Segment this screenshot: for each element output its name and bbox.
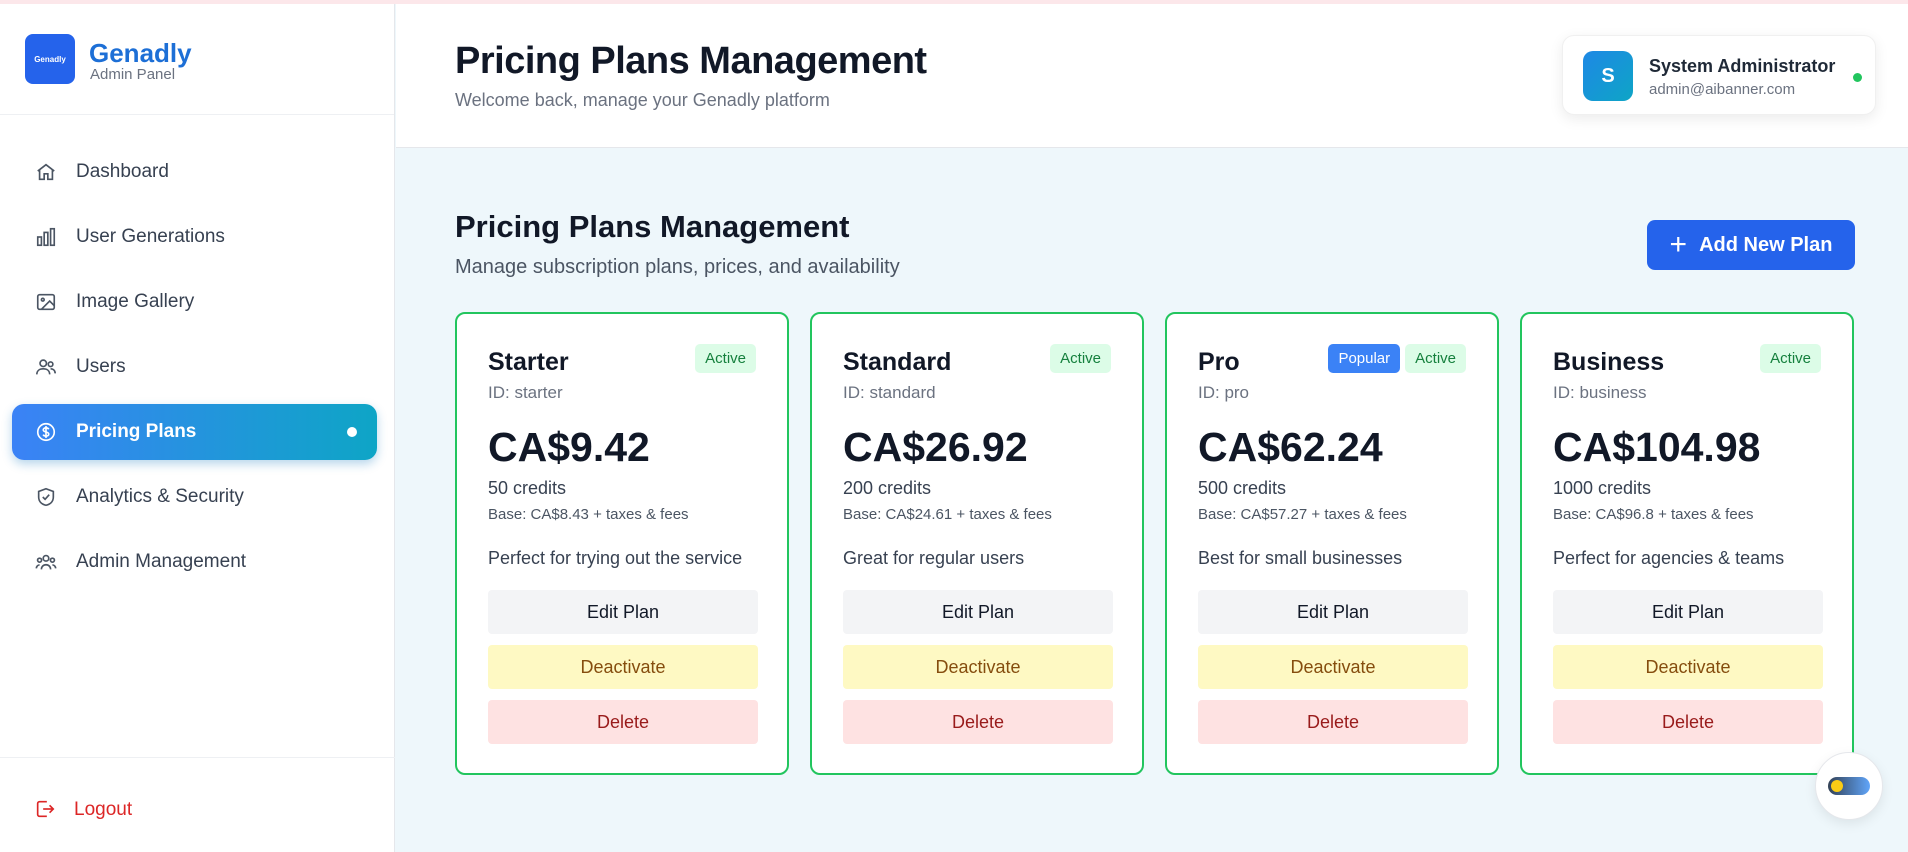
add-new-plan-label: Add New Plan [1699, 233, 1833, 256]
status-badge: Active [1405, 344, 1466, 373]
plan-description: Great for regular users [843, 548, 1025, 568]
plan-card-pro: Pro ID: pro Popular Active CA$62.24 500 … [1165, 312, 1499, 775]
edit-plan-button[interactable]: Edit Plan [1553, 590, 1823, 634]
brand-logo[interactable]: Genadly [25, 34, 75, 84]
home-icon [34, 160, 58, 184]
plan-description: Best for small businesses [1198, 548, 1403, 568]
plan-id: ID: standard [843, 383, 936, 402]
popular-badge: Popular [1328, 344, 1401, 373]
top-header: Pricing Plans Management Welcome back, m… [396, 4, 1908, 148]
sidebar-item-pricing-plans[interactable]: Pricing Plans [12, 404, 377, 460]
plan-price: CA$104.98 [1553, 424, 1761, 470]
plan-description: Perfect for trying out the service [488, 548, 743, 568]
logout-icon [34, 798, 58, 822]
sidebar-item-users[interactable]: Users [12, 339, 377, 395]
sidebar: Genadly Genadly Admin Panel Dashboard Us… [0, 4, 395, 852]
avatar: S [1583, 51, 1633, 101]
plan-id: ID: business [1553, 383, 1647, 402]
plan-id: ID: starter [488, 383, 563, 402]
sidebar-item-admin-management[interactable]: Admin Management [12, 534, 377, 590]
plan-card-standard: Standard ID: standard Active CA$26.92 20… [810, 312, 1144, 775]
user-profile-card[interactable]: S System Administrator admin@aibanner.co… [1562, 35, 1876, 115]
online-status-dot [1853, 73, 1862, 82]
plan-name: Business [1553, 348, 1665, 376]
plan-name: Pro [1198, 348, 1240, 376]
brand-subtitle: Admin Panel [90, 66, 176, 83]
sidebar-footer: Logout [0, 757, 395, 852]
brand-name: Genadly [89, 38, 192, 68]
plan-badges: Active [695, 344, 756, 373]
plan-name: Starter [488, 348, 569, 376]
delete-button[interactable]: Delete [1198, 700, 1468, 744]
edit-plan-button[interactable]: Edit Plan [843, 590, 1113, 634]
plan-price: CA$62.24 [1198, 424, 1383, 470]
logout-button[interactable]: Logout [34, 798, 132, 822]
sidebar-item-image-gallery[interactable]: Image Gallery [12, 274, 377, 330]
logout-label: Logout [74, 799, 133, 820]
plan-badges: Popular Active [1328, 344, 1466, 373]
user-email: admin@aibanner.com [1649, 81, 1796, 98]
deactivate-button[interactable]: Deactivate [843, 645, 1113, 689]
plan-card-business: Business ID: business Active CA$104.98 1… [1520, 312, 1854, 775]
sidebar-item-dashboard[interactable]: Dashboard [12, 144, 377, 200]
delete-button[interactable]: Delete [488, 700, 758, 744]
plan-base-price: Base: CA$96.8 + taxes & fees [1553, 506, 1754, 523]
active-indicator-dot [347, 427, 357, 437]
status-badge: Active [1050, 344, 1111, 373]
toggle-switch-icon [1828, 777, 1870, 795]
edit-plan-button[interactable]: Edit Plan [488, 590, 758, 634]
sidebar-item-label: Analytics & Security [76, 486, 244, 507]
sidebar-item-label: Dashboard [76, 161, 169, 182]
sidebar-item-label: Users [76, 356, 126, 377]
plan-credits: 1000 credits [1553, 478, 1652, 498]
plan-price: CA$26.92 [843, 424, 1028, 470]
delete-button[interactable]: Delete [1553, 700, 1823, 744]
plan-price: CA$9.42 [488, 424, 650, 470]
image-icon [34, 290, 58, 314]
theme-toggle-button[interactable] [1815, 752, 1883, 820]
brand: Genadly Genadly Admin Panel [0, 4, 394, 115]
user-name: System Administrator [1649, 56, 1836, 76]
dollar-circle-icon [34, 420, 58, 444]
status-badge: Active [695, 344, 756, 373]
deactivate-button[interactable]: Deactivate [1198, 645, 1468, 689]
sidebar-item-user-generations[interactable]: User Generations [12, 209, 377, 265]
edit-plan-button[interactable]: Edit Plan [1198, 590, 1468, 634]
plus-icon: + [1669, 228, 1688, 261]
sidebar-item-label: Admin Management [76, 551, 247, 572]
plan-credits: 200 credits [843, 478, 932, 498]
page-title: Pricing Plans Management [455, 209, 850, 244]
add-new-plan-button[interactable]: + Add New Plan [1647, 220, 1855, 270]
bar-chart-icon [34, 225, 58, 249]
plan-description: Perfect for agencies & teams [1553, 548, 1785, 568]
plan-badges: Active [1760, 344, 1821, 373]
page-subtitle: Manage subscription plans, prices, and a… [455, 256, 900, 278]
plan-card-starter: Starter ID: starter Active CA$9.42 50 cr… [455, 312, 789, 775]
users-icon [34, 355, 58, 379]
sidebar-item-label: Pricing Plans [76, 421, 197, 442]
sidebar-item-analytics-security[interactable]: Analytics & Security [12, 469, 377, 525]
shield-check-icon [34, 485, 58, 509]
plan-credits: 50 credits [488, 478, 567, 498]
plan-base-price: Base: CA$57.27 + taxes & fees [1198, 506, 1407, 523]
deactivate-button[interactable]: Deactivate [488, 645, 758, 689]
plan-badges: Active [1050, 344, 1111, 373]
plan-base-price: Base: CA$24.61 + taxes & fees [843, 506, 1052, 523]
delete-button[interactable]: Delete [843, 700, 1113, 744]
plan-base-price: Base: CA$8.43 + taxes & fees [488, 506, 689, 523]
plan-credits: 500 credits [1198, 478, 1287, 498]
sidebar-item-label: Image Gallery [76, 291, 195, 312]
header-title: Pricing Plans Management [455, 40, 927, 82]
plan-id: ID: pro [1198, 383, 1250, 402]
status-badge: Active [1760, 344, 1821, 373]
sun-knob-icon [1831, 780, 1843, 792]
admin-group-icon [34, 550, 58, 574]
header-subtitle: Welcome back, manage your Genadly platfo… [455, 90, 830, 110]
deactivate-button[interactable]: Deactivate [1553, 645, 1823, 689]
sidebar-item-label: User Generations [76, 226, 225, 247]
plan-name: Standard [843, 348, 952, 376]
